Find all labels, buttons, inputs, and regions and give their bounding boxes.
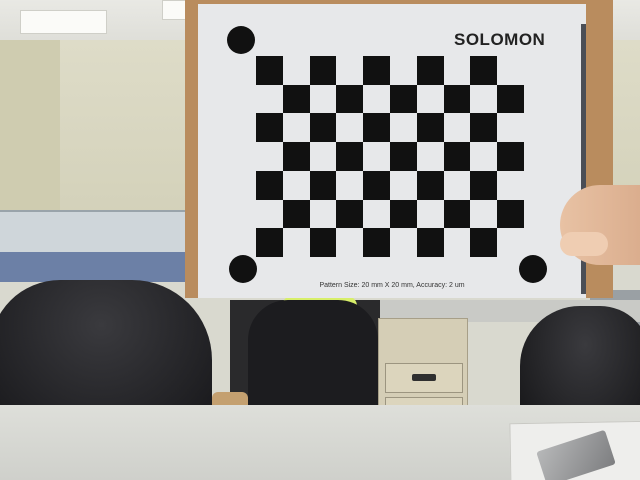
thumb (560, 232, 608, 256)
checker-square (390, 142, 417, 171)
checker-square (470, 56, 498, 85)
brand-logo-text: SOLOMON (454, 30, 546, 49)
checker-square (256, 228, 283, 257)
checker-square (309, 170, 337, 200)
checker-square (443, 142, 471, 171)
office-partition-panel (0, 252, 200, 282)
checker-square (256, 56, 283, 85)
checker-square (390, 84, 417, 114)
checker-square (309, 228, 337, 257)
calibration-board: SOLOMON Pattern Size: 20 mm X 20 mm, Acc… (198, 4, 586, 298)
corner-marker (229, 255, 257, 283)
checker-square (309, 56, 337, 85)
checker-square (336, 142, 364, 171)
checker-square (390, 199, 417, 229)
checker-square (470, 228, 498, 257)
checker-square (336, 199, 364, 229)
checker-square (309, 113, 337, 143)
checker-square (282, 84, 310, 114)
checker-square (416, 113, 444, 143)
checker-square (256, 170, 283, 200)
checker-square (336, 84, 364, 114)
checker-square (282, 199, 310, 229)
checker-square (497, 84, 524, 114)
checker-square (363, 56, 390, 85)
checker-square (363, 170, 390, 200)
checker-square (497, 199, 524, 229)
checker-square (256, 113, 283, 143)
pattern-caption: Pattern Size: 20 mm X 20 mm, Accuracy: 2… (319, 282, 465, 289)
ceiling-light (20, 10, 107, 34)
checker-square (443, 199, 471, 229)
checker-square (416, 170, 444, 200)
photo-scene: SOLOMON Pattern Size: 20 mm X 20 mm, Acc… (0, 0, 640, 480)
checker-square (470, 170, 498, 200)
checker-square (470, 113, 498, 143)
corner-marker (227, 26, 255, 54)
drawer-handle (412, 374, 436, 381)
checker-square (443, 84, 471, 114)
checker-square (416, 56, 444, 85)
checker-square (416, 228, 444, 257)
corner-marker (519, 255, 547, 283)
checker-square (282, 142, 310, 171)
checker-square (497, 142, 524, 171)
checker-square (363, 113, 390, 143)
checker-square (363, 228, 390, 257)
cabinet-drawer (385, 363, 463, 393)
checkerboard-pattern (256, 56, 524, 257)
